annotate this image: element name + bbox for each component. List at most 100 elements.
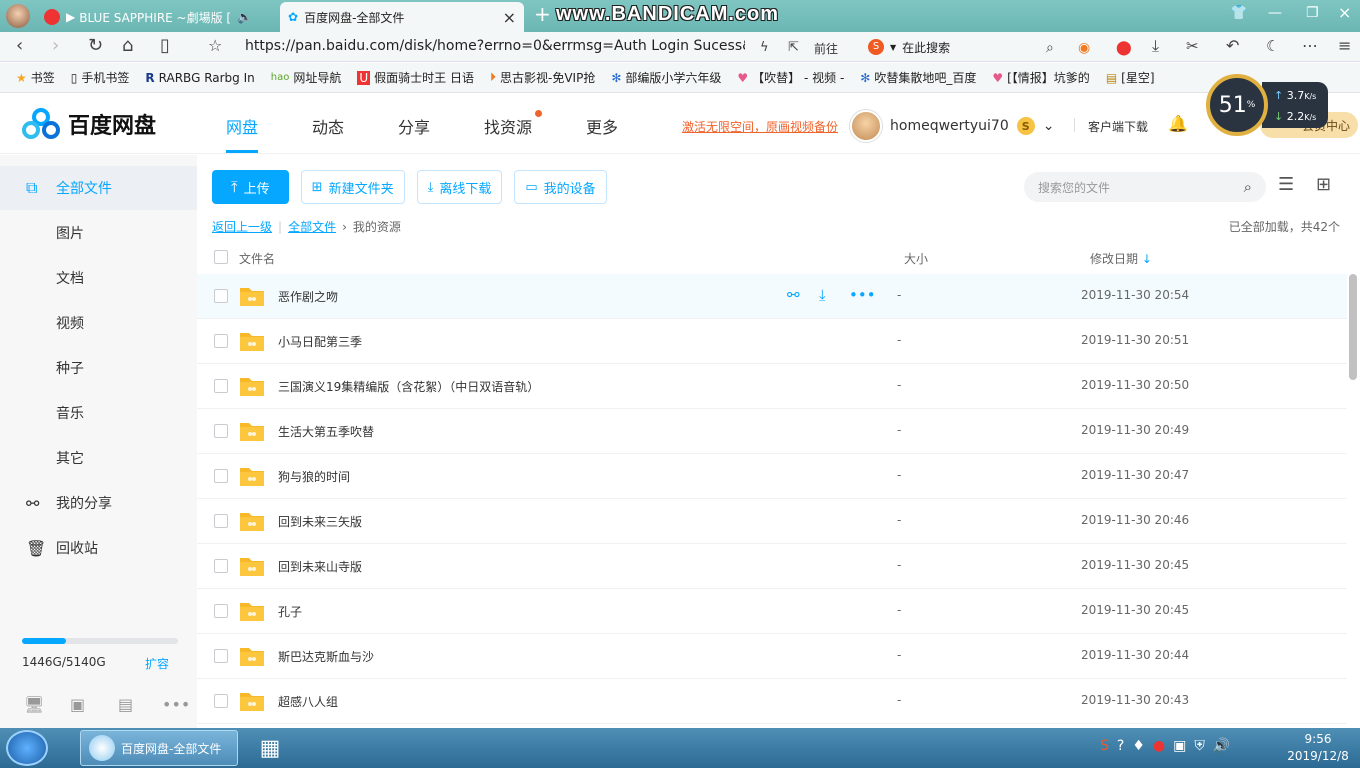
back-icon[interactable]: ‹ <box>16 36 23 56</box>
download-icon[interactable]: ⤓ <box>819 286 826 304</box>
sidebar-item-torrents[interactable]: 种子 <box>0 346 197 390</box>
column-size[interactable]: 大小 <box>904 250 928 267</box>
breadcrumb-back[interactable]: 返回上一级 <box>212 218 272 235</box>
home-icon[interactable]: ⌂ <box>122 36 133 56</box>
upload-button[interactable]: ⤒ 上传 <box>212 170 289 204</box>
network-icon[interactable]: ▣ <box>1173 738 1186 754</box>
user-menu[interactable]: homeqwertyui70 S ⌄ <box>850 110 1054 142</box>
lightning-icon[interactable]: ϟ <box>760 38 769 58</box>
windows-icon[interactable]: ▦ <box>254 730 286 766</box>
sidebar-item-images[interactable]: 图片 <box>0 211 197 255</box>
menu-icon[interactable]: ≡ <box>1338 36 1351 56</box>
nav-activity[interactable]: 动态 <box>312 114 344 138</box>
share-icon[interactable]: ⚯ <box>787 286 800 304</box>
bookmark-item[interactable]: U 假面骑士时王 日语 <box>357 69 474 86</box>
clock[interactable]: 9:56 2019/12/8 <box>1282 731 1354 765</box>
profile-avatar[interactable] <box>6 4 30 28</box>
game-icon[interactable]: ◉ <box>1078 38 1090 58</box>
file-name[interactable]: 生活大第五季吹替 <box>278 423 374 440</box>
file-name[interactable]: 狗与狼的时间 <box>278 468 350 485</box>
table-row[interactable]: 斯巴达克斯血与沙 - 2019-11-30 20:44 <box>197 634 1347 679</box>
volume-icon[interactable]: 🔊 <box>1213 738 1230 754</box>
bookmark-item[interactable]: ✻ 吹替集散地吧_百度 <box>860 69 976 86</box>
antivirus-icon[interactable]: ♦ <box>1132 738 1145 754</box>
sidebar-item-music[interactable]: 音乐 <box>0 391 197 435</box>
sidebar-item-all-files[interactable]: ⧉ 全部文件 <box>0 166 197 210</box>
sidebar-item-my-shares[interactable]: ⚯ 我的分享 <box>0 481 197 525</box>
sidebar-item-other[interactable]: 其它 <box>0 436 197 480</box>
more-icon[interactable]: ⋯ <box>1302 36 1318 56</box>
new-folder-button[interactable]: ⊞ 新建文件夹 <box>300 170 405 204</box>
url-field[interactable]: https://pan.baidu.com/disk/home?errno=0&… <box>245 38 745 54</box>
start-button[interactable] <box>6 730 48 766</box>
table-row[interactable]: 生活大第五季吹替 - 2019-11-30 20:49 <box>197 409 1347 454</box>
goto-button[interactable]: 前往 <box>814 40 838 57</box>
my-devices-button[interactable]: ▭ 我的设备 <box>514 170 607 204</box>
column-name[interactable]: 文件名 <box>239 250 275 267</box>
table-row[interactable]: 狗与狼的时间 - 2019-11-30 20:47 <box>197 454 1347 499</box>
maximize-icon[interactable]: ❐ <box>1306 5 1319 21</box>
shirt-icon[interactable]: 👕 <box>1230 5 1247 21</box>
record-icon[interactable]: ● <box>1153 738 1165 754</box>
network-speed-widget[interactable]: ↑ 3.7K/s ↓ 2.2K/s 51% <box>1206 74 1330 138</box>
offline-download-button[interactable]: ⤓ 离线下载 <box>416 170 503 204</box>
expand-storage-link[interactable]: 扩容 <box>145 655 169 672</box>
row-checkbox[interactable] <box>214 559 228 573</box>
moon-icon[interactable]: ☾ <box>1266 36 1279 56</box>
file-name[interactable]: 回到未来三矢版 <box>278 513 362 530</box>
file-name[interactable]: 小马日配第三季 <box>278 333 362 350</box>
search-icon[interactable]: ⌕ <box>1244 178 1252 196</box>
taskbar-app-button[interactable]: 百度网盘-全部文件 <box>80 730 238 766</box>
table-row[interactable]: 恶作剧之吻 - 2019-11-30 20:54 ⚯ ⤓ ••• <box>197 274 1347 319</box>
sidebar-item-documents[interactable]: 文档 <box>0 256 197 300</box>
select-all-checkbox[interactable] <box>214 250 228 264</box>
row-checkbox[interactable] <box>214 424 228 438</box>
file-search-input[interactable]: 搜索您的文件 ⌕ <box>1024 172 1266 202</box>
monitor-icon[interactable]: 🖥 <box>24 695 44 714</box>
column-date[interactable]: 修改日期 ↓ <box>1090 250 1152 267</box>
grid-view-icon[interactable]: ⊞ <box>1316 174 1331 195</box>
help-icon[interactable]: ? <box>1117 738 1124 754</box>
image-icon[interactable]: ▣ <box>70 695 85 714</box>
row-checkbox[interactable] <box>214 289 228 303</box>
browser-search-box[interactable]: S ▼ 在此搜索 <box>868 35 1068 59</box>
file-name[interactable]: 回到未来山寺版 <box>278 558 362 575</box>
clipboard-icon[interactable]: ▤ <box>118 695 133 714</box>
bell-icon[interactable]: 🔔 <box>1168 114 1188 133</box>
row-checkbox[interactable] <box>214 514 228 528</box>
nav-find-resources[interactable]: 找资源 <box>484 114 532 138</box>
share-page-icon[interactable]: ⇱ <box>788 38 799 58</box>
nav-more[interactable]: 更多 <box>586 114 618 138</box>
bookmark-item[interactable]: ▯ 手机书签 <box>71 69 130 86</box>
row-checkbox[interactable] <box>214 694 228 708</box>
client-download-link[interactable]: 客户端下载 <box>1088 118 1148 135</box>
download-icon[interactable]: ⤓ <box>1152 36 1159 56</box>
bookmark-item[interactable]: R RARBG Rarbg In <box>145 71 254 85</box>
row-checkbox[interactable] <box>214 334 228 348</box>
sort-list-icon[interactable]: ☰ <box>1278 174 1294 195</box>
scissors-icon[interactable]: ✂ <box>1186 36 1199 56</box>
search-icon[interactable]: ⌕ <box>1046 38 1054 58</box>
sogou-tray-icon[interactable]: S <box>1100 738 1109 754</box>
file-name[interactable]: 三国演义19集精编版（含花絮）（中日双语音轨） <box>278 378 539 395</box>
breadcrumb-root[interactable]: 全部文件 <box>288 218 336 235</box>
close-window-icon[interactable]: × <box>1338 3 1351 22</box>
promo-link[interactable]: 激活无限空间，原画视频备份 <box>682 118 838 135</box>
table-row[interactable]: 回到未来山寺版 - 2019-11-30 20:45 <box>197 544 1347 589</box>
bookmark-item[interactable]: hao 网址导航 <box>271 69 342 86</box>
more-icon[interactable]: ••• <box>849 286 876 304</box>
tab-baidu-pan[interactable]: ✿ 百度网盘-全部文件 × <box>280 2 524 32</box>
undo-icon[interactable]: ↶ <box>1226 36 1239 56</box>
location-icon[interactable]: ⬤ <box>1116 38 1132 58</box>
bookmark-star-icon[interactable]: ☆ <box>208 36 222 56</box>
reader-icon[interactable]: ▯ <box>160 36 170 56</box>
bookmark-item[interactable]: ♥ 【吹替】 - 视频 - <box>737 69 844 86</box>
table-row[interactable]: 回到未来三矢版 - 2019-11-30 20:46 <box>197 499 1347 544</box>
table-row[interactable]: 三国演义19集精编版（含花絮）（中日双语音轨） - 2019-11-30 20:50 <box>197 364 1347 409</box>
sidebar-item-recycle-bin[interactable]: 🗑 回收站 <box>0 526 197 570</box>
bookmark-item[interactable]: ⏵ 思古影视-免VIP抢 <box>490 69 595 86</box>
file-name[interactable]: 超感八人组 <box>278 693 338 710</box>
file-name[interactable]: 孔子 <box>278 603 302 620</box>
bookmark-item[interactable]: ✻ 部编版小学六年级 <box>611 69 721 86</box>
reload-icon[interactable]: ↻ <box>88 36 103 56</box>
